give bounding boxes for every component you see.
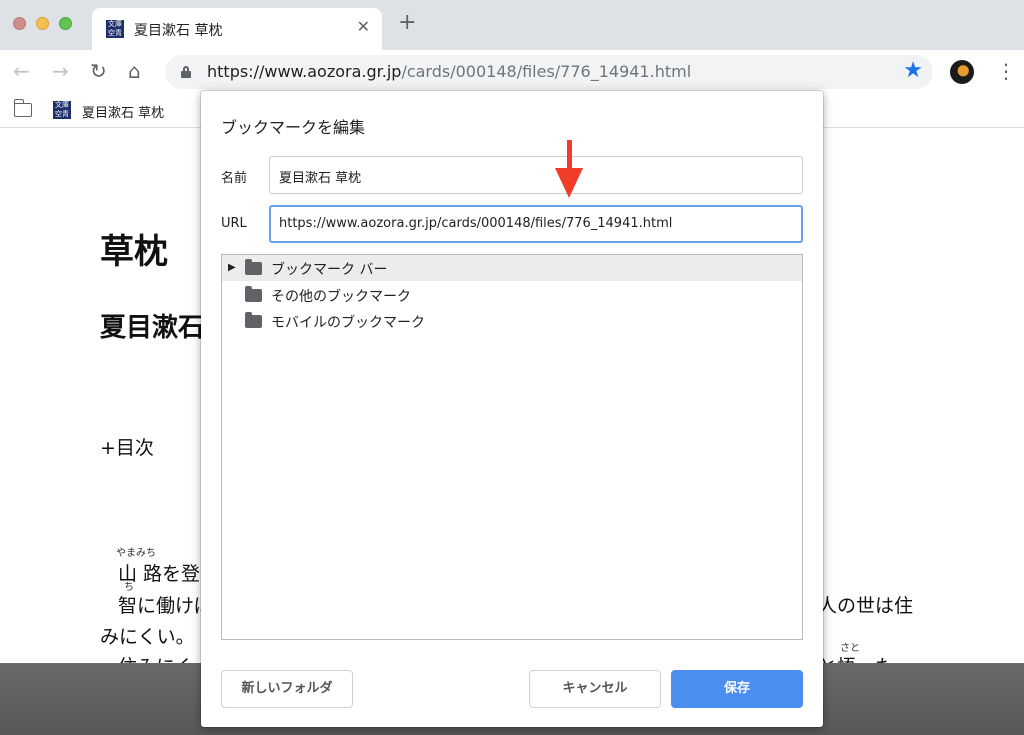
tab-strip: 文庫 空青 夏目漱石 草枕 ✕ + <box>0 0 1024 50</box>
folder-row-other-bookmarks[interactable]: その他のブックマーク <box>222 282 802 308</box>
edit-bookmark-dialog: ブックマークを編集 名前 夏目漱石 草枕 URL https://www.aoz… <box>201 91 823 727</box>
body-text-line: 智に働けば <box>118 595 214 617</box>
home-icon[interactable]: ⌂ <box>128 60 141 82</box>
cancel-button[interactable]: キャンセル <box>529 670 661 708</box>
folder-row-mobile-bookmarks[interactable]: モバイルのブックマーク <box>222 308 802 334</box>
url-host: https://www.aozora.gr.jp <box>207 62 402 81</box>
folder-label: ブックマーク バー <box>271 262 388 278</box>
window-close-button[interactable] <box>13 17 26 30</box>
bookmark-star-icon[interactable]: ★ <box>903 59 923 83</box>
body-text-line: と悟った <box>818 652 894 663</box>
page-author: 夏目漱石 <box>100 313 205 343</box>
body-text-line: 住みにく <box>118 652 194 663</box>
new-tab-button[interactable]: + <box>398 12 416 34</box>
bookmark-item[interactable]: 夏目漱石 草枕 <box>82 102 164 121</box>
url-label: URL <box>221 216 247 231</box>
window-minimize-button[interactable] <box>36 17 49 30</box>
folder-icon <box>245 312 262 328</box>
lock-icon[interactable] <box>181 66 191 78</box>
folder-label: モバイルのブックマーク <box>271 315 425 331</box>
new-folder-button[interactable]: 新しいフォルダ <box>221 670 353 708</box>
tab-active[interactable]: 文庫 空青 夏目漱石 草枕 ✕ <box>92 8 382 50</box>
more-menu-icon[interactable]: ⋮ <box>996 60 1016 82</box>
save-button[interactable]: 保存 <box>671 670 803 708</box>
address-bar[interactable]: https://www.aozora.gr.jp/cards/000148/fi… <box>165 55 933 89</box>
toolbar: ← → ↻ ⌂ https://www.aozora.gr.jp/cards/0… <box>0 50 1024 94</box>
tab-close-icon[interactable]: ✕ <box>357 17 370 36</box>
forward-arrow-icon[interactable]: → <box>52 60 69 82</box>
aozora-favicon-icon: 文庫 空青 <box>106 20 124 38</box>
name-label: 名前 <box>221 171 248 186</box>
url-path: /cards/000148/files/776_14941.html <box>401 62 692 81</box>
page-title: 草枕 <box>100 232 168 272</box>
folder-row-bookmarks-bar[interactable]: ▶ ブックマーク バー <box>222 255 802 281</box>
window-maximize-button[interactable] <box>59 17 72 30</box>
dialog-title: ブックマークを編集 <box>221 118 366 137</box>
profile-avatar[interactable] <box>950 60 974 84</box>
folder-tree[interactable]: ▶ ブックマーク バー その他のブックマーク モバイルのブックマーク <box>221 254 803 640</box>
folder-icon <box>245 259 262 275</box>
folder-icon <box>245 286 262 302</box>
annotation-arrow-head <box>555 168 583 198</box>
toc-toggle[interactable]: +目次 <box>100 433 154 460</box>
body-text-line: 人の世は住 <box>818 595 914 617</box>
folder-label: その他のブックマーク <box>271 289 411 305</box>
body-text-line: みにくい。 <box>100 626 195 648</box>
reload-icon[interactable]: ↻ <box>90 60 107 82</box>
aozora-favicon-icon: 文庫 空青 <box>53 101 71 119</box>
name-field[interactable]: 夏目漱石 草枕 <box>269 156 803 194</box>
back-arrow-icon[interactable]: ← <box>13 60 30 82</box>
folder-icon[interactable] <box>14 99 32 117</box>
ruby-text: やまみち <box>116 548 156 559</box>
tab-title: 夏目漱石 草枕 <box>134 23 223 39</box>
address-bar-url[interactable]: https://www.aozora.gr.jp/cards/000148/fi… <box>207 62 691 81</box>
url-field[interactable]: https://www.aozora.gr.jp/cards/000148/fi… <box>269 205 803 243</box>
expand-arrow-icon[interactable]: ▶ <box>228 262 236 273</box>
